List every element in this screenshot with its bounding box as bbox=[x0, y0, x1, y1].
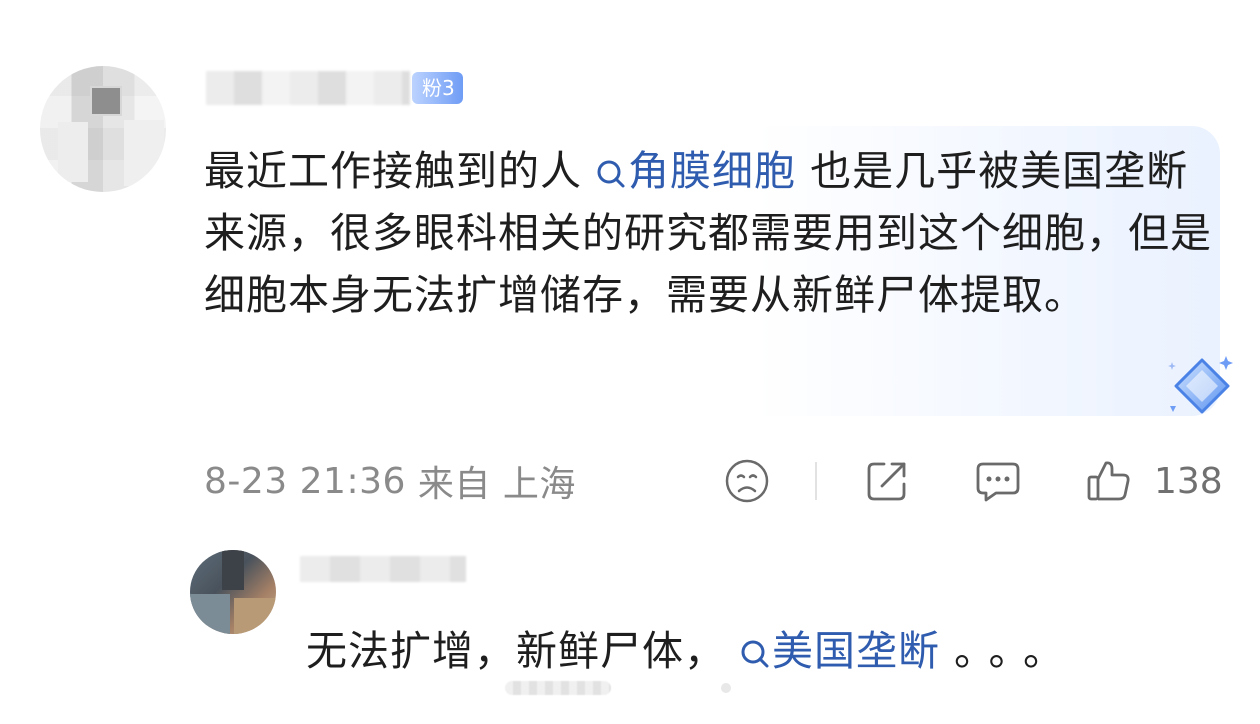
thumbs-up-icon bbox=[1087, 461, 1130, 501]
search-icon bbox=[597, 160, 625, 188]
topic-link-label: 美国垄断 bbox=[772, 627, 941, 675]
comment-location: 来自 上海 bbox=[417, 464, 576, 505]
topic-link-us-monopoly[interactable]: 美国垄断 bbox=[740, 627, 940, 675]
reply-author-name-redacted[interactable] bbox=[300, 556, 466, 582]
comment-meta: 8-23 21:36 来自 上海 bbox=[204, 456, 576, 506]
commenter-name-redacted[interactable] bbox=[206, 71, 410, 105]
sad-face-icon bbox=[725, 459, 769, 503]
commenter-name-row: 粉3 bbox=[206, 68, 463, 108]
like-count: 138 bbox=[1154, 460, 1223, 502]
topic-link-label: 角膜细胞 bbox=[628, 147, 797, 195]
diamond-badge-icon[interactable] bbox=[1164, 352, 1240, 418]
reply-avatar[interactable] bbox=[190, 550, 276, 634]
fan-badge[interactable]: 粉3 bbox=[412, 72, 463, 104]
topic-link-corneal-cells[interactable]: 角膜细胞 bbox=[596, 147, 796, 195]
search-icon bbox=[741, 640, 769, 668]
reply-text: 无法扩增，新鲜尸体， 美国垄断。。。 bbox=[306, 620, 1078, 682]
comment-icon bbox=[976, 462, 1020, 502]
comment-text: 最近工作接触到的人 角膜细胞 也是几乎被美国垄断来源，很多眼科相关的研究都需要用… bbox=[204, 140, 1214, 326]
share-button[interactable] bbox=[864, 456, 910, 506]
like-button[interactable]: 138 bbox=[1086, 456, 1223, 506]
comment-date: 8-23 21:36 bbox=[204, 460, 406, 502]
comment-text-before-topic: 最近工作接触到的人 bbox=[204, 147, 582, 195]
reply-ellipsis: 。。。 bbox=[954, 627, 1079, 675]
commenter-avatar[interactable] bbox=[40, 66, 166, 192]
share-icon bbox=[867, 462, 906, 501]
action-divider bbox=[815, 462, 817, 500]
page-indicator bbox=[505, 680, 731, 696]
reply-button[interactable] bbox=[974, 456, 1022, 506]
reply-text-before-topic: 无法扩增，新鲜尸体， bbox=[306, 627, 726, 675]
reaction-button[interactable] bbox=[724, 456, 770, 506]
